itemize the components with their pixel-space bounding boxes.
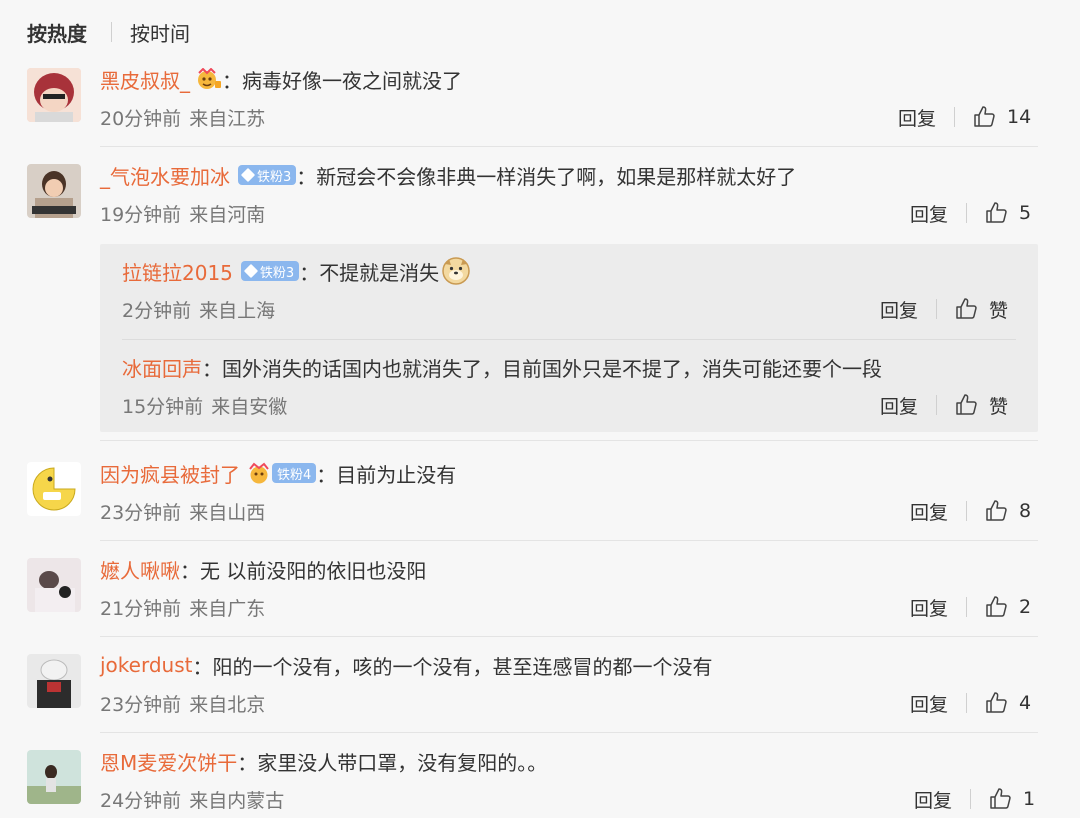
reply-button[interactable]: 回复 xyxy=(880,296,918,323)
comment-time: 2分钟前 xyxy=(122,299,192,322)
colon-separator: ： xyxy=(237,750,258,775)
comment-time: 23分钟前 xyxy=(100,693,182,716)
sort-divider xyxy=(111,22,112,42)
thumbs-up-icon[interactable] xyxy=(985,691,1009,715)
reply-divider xyxy=(122,339,1016,340)
avatar[interactable] xyxy=(27,654,81,708)
reply-button[interactable]: 回复 xyxy=(910,690,948,717)
thumbs-up-icon[interactable] xyxy=(985,499,1009,523)
colon-separator: ： xyxy=(202,356,222,381)
comment-text: 病毒好像一夜之间就没了 xyxy=(242,68,462,93)
comment-location: 来自内蒙古 xyxy=(189,789,285,812)
username[interactable]: 黑皮叔叔_ xyxy=(100,65,190,94)
comment-time: 21分钟前 xyxy=(100,597,182,620)
thumbs-up-icon[interactable] xyxy=(989,787,1013,811)
reply-button[interactable]: 回复 xyxy=(910,200,948,227)
fan-badge: 铁粉3 xyxy=(238,165,297,185)
colon-separator: ： xyxy=(222,68,242,93)
like-count: 4 xyxy=(1019,692,1032,714)
comment-text: 家里没人带口罩，没有复阳的。。 xyxy=(257,750,548,775)
comment-location: 来自广东 xyxy=(189,597,266,620)
like-count: 8 xyxy=(1019,500,1032,522)
vip-crown-icon xyxy=(196,67,222,90)
comment-time: 19分钟前 xyxy=(100,203,182,226)
sort-by-time-tab[interactable]: 按时间 xyxy=(130,18,190,47)
colon-separator: ： xyxy=(192,654,213,679)
thumbs-up-icon[interactable] xyxy=(973,105,997,129)
username[interactable]: 恩M麦爱次饼干 xyxy=(100,747,237,776)
like-label: 赞 xyxy=(989,299,1009,322)
sort-by-hot-tab[interactable]: 按热度 xyxy=(27,18,87,47)
comment-location: 来自安徽 xyxy=(211,395,288,418)
diamond-icon xyxy=(243,263,258,279)
thumbs-up-icon[interactable] xyxy=(955,393,979,417)
comment-time: 24分钟前 xyxy=(100,789,182,812)
username[interactable]: 拉链拉2015 xyxy=(122,257,233,286)
doge-emoji-icon xyxy=(441,256,471,286)
fan-badge: 铁粉3 xyxy=(240,261,300,281)
action-divider xyxy=(966,693,968,713)
action-divider xyxy=(954,107,956,127)
comment-time: 15分钟前 xyxy=(122,395,204,418)
avatar[interactable] xyxy=(27,68,81,122)
colon-separator: ： xyxy=(299,260,320,285)
username[interactable]: 因为疯县被封了 xyxy=(100,459,240,488)
sort-tabs: 按热度 按时间 xyxy=(27,14,190,50)
comment-location: 来自江苏 xyxy=(189,107,266,130)
action-divider xyxy=(936,395,938,415)
reply-button[interactable]: 回复 xyxy=(910,594,948,621)
avatar[interactable] xyxy=(27,462,81,516)
thumbs-up-icon[interactable] xyxy=(955,297,979,321)
comment-text: 目前为止没有 xyxy=(336,462,457,487)
vip-crown-icon xyxy=(246,462,272,484)
avatar[interactable] xyxy=(27,750,81,804)
comment-divider xyxy=(100,440,1038,441)
action-divider xyxy=(966,597,968,617)
reply-button[interactable]: 回复 xyxy=(898,104,936,131)
avatar[interactable] xyxy=(27,558,81,612)
colon-separator: ： xyxy=(316,462,337,487)
reply-button[interactable]: 回复 xyxy=(914,786,952,813)
comment-text: 不提就是消失 xyxy=(319,260,440,285)
comment-divider xyxy=(100,732,1038,733)
comment-divider xyxy=(100,540,1038,541)
action-divider xyxy=(966,501,968,521)
action-divider xyxy=(936,299,938,319)
action-divider xyxy=(970,789,972,809)
comment-text: 新冠会不会像非典一样消失了啊，如果是那样就太好了 xyxy=(316,164,797,189)
comment-text: 无 以前没阳的依旧也没阳 xyxy=(200,558,427,583)
comment-divider xyxy=(100,146,1038,147)
comment-location: 来自河南 xyxy=(189,203,266,226)
comment-time: 20分钟前 xyxy=(100,107,182,130)
like-count: 14 xyxy=(1007,106,1032,128)
like-count: 1 xyxy=(1023,788,1036,810)
username[interactable]: jokerdust xyxy=(100,653,192,677)
comment-location: 来自北京 xyxy=(189,693,266,716)
avatar[interactable] xyxy=(27,164,81,218)
thumbs-up-icon[interactable] xyxy=(985,595,1009,619)
colon-separator: ： xyxy=(296,164,317,189)
comment-location: 来自山西 xyxy=(189,501,266,524)
like-label: 赞 xyxy=(989,395,1009,418)
action-divider xyxy=(966,203,968,223)
username[interactable]: _气泡水要加冰 xyxy=(100,161,230,190)
colon-separator: ： xyxy=(180,558,200,583)
like-count: 5 xyxy=(1019,202,1032,224)
comment-text: 国外消失的话国内也就消失了，目前国外只是不提了，消失可能还要个一段 xyxy=(222,356,882,381)
username[interactable]: 嬷人啾啾 xyxy=(100,555,180,584)
fan-badge: 铁粉4 xyxy=(272,463,317,483)
comment-time: 23分钟前 xyxy=(100,501,182,524)
username[interactable]: 冰面回声 xyxy=(122,353,202,382)
comment-text: 阳的一个没有，咳的一个没有，甚至连感冒的都一个没有 xyxy=(212,654,713,679)
comment-divider xyxy=(100,636,1038,637)
diamond-icon xyxy=(240,167,256,183)
thumbs-up-icon[interactable] xyxy=(985,201,1009,225)
reply-button[interactable]: 回复 xyxy=(910,498,948,525)
reply-button[interactable]: 回复 xyxy=(880,392,918,419)
comment-location: 来自上海 xyxy=(199,299,276,322)
replies-box: 拉链拉2015 铁粉3 ： 不提就是消失 2分钟前 来自上海 回复 赞 冰面回声… xyxy=(100,244,1038,432)
like-count: 2 xyxy=(1019,596,1032,618)
